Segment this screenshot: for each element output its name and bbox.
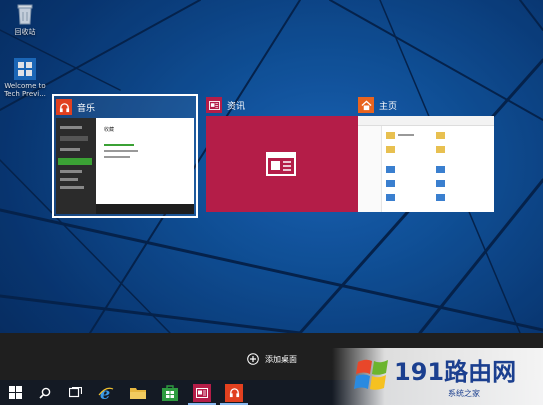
task-view-icon xyxy=(68,387,82,398)
thumbnail-header: 音乐 xyxy=(56,98,95,116)
thumbnail-header: 主页 xyxy=(358,96,397,114)
news-app-preview xyxy=(206,116,358,212)
internet-explorer-icon: e xyxy=(98,385,114,401)
explorer-preview xyxy=(358,116,494,212)
svg-text:e: e xyxy=(100,385,110,401)
music-app-button[interactable] xyxy=(218,380,250,405)
headphones-icon xyxy=(59,102,69,112)
house-icon xyxy=(360,100,372,110)
start-windows-icon xyxy=(8,386,22,399)
music-content: 收藏 xyxy=(96,118,194,204)
music-heading: 收藏 xyxy=(104,127,115,133)
internet-explorer-button[interactable]: e xyxy=(90,380,122,405)
file-explorer-button[interactable] xyxy=(122,380,154,405)
watermark-subtext: 系统之家 xyxy=(448,389,480,398)
news-splash-icon xyxy=(266,152,296,176)
task-view-button[interactable] xyxy=(60,380,90,405)
music-app-icon xyxy=(225,383,243,402)
music-app-preview: 收藏 xyxy=(56,118,194,214)
app-badge xyxy=(206,97,222,113)
window-title: 音乐 xyxy=(77,103,96,114)
search-button[interactable] xyxy=(30,380,60,405)
thumbnail-header: 资讯 xyxy=(206,96,245,114)
start-button[interactable] xyxy=(0,380,30,405)
news-app-icon xyxy=(193,383,211,402)
app-badge xyxy=(56,99,72,115)
watermark-text: 191路由网 xyxy=(394,358,517,386)
window-thumbnail-music[interactable]: 音乐 收藏 xyxy=(52,94,198,218)
search-icon xyxy=(39,387,51,399)
headphones-glyph-icon xyxy=(229,388,239,398)
window-thumbnail-home[interactable]: 主页 xyxy=(358,96,494,216)
store-icon xyxy=(162,384,178,401)
add-desktop-button[interactable]: 添加桌面 xyxy=(247,352,297,366)
app-badge xyxy=(358,97,374,113)
music-sidebar xyxy=(56,118,96,214)
news-icon xyxy=(208,100,220,110)
window-title: 主页 xyxy=(379,101,398,112)
plus-circle-icon xyxy=(247,353,259,365)
file-explorer-icon xyxy=(130,388,146,399)
store-button[interactable] xyxy=(154,380,186,405)
music-playbar xyxy=(96,204,194,214)
window-title: 资讯 xyxy=(227,101,246,112)
news-glyph-icon xyxy=(196,387,208,398)
add-desktop-label: 添加桌面 xyxy=(265,354,297,364)
watermark: 191路由网 系统之家 xyxy=(332,348,543,405)
window-thumbnail-news[interactable]: 资讯 xyxy=(206,96,358,216)
news-app-button[interactable] xyxy=(186,380,218,405)
